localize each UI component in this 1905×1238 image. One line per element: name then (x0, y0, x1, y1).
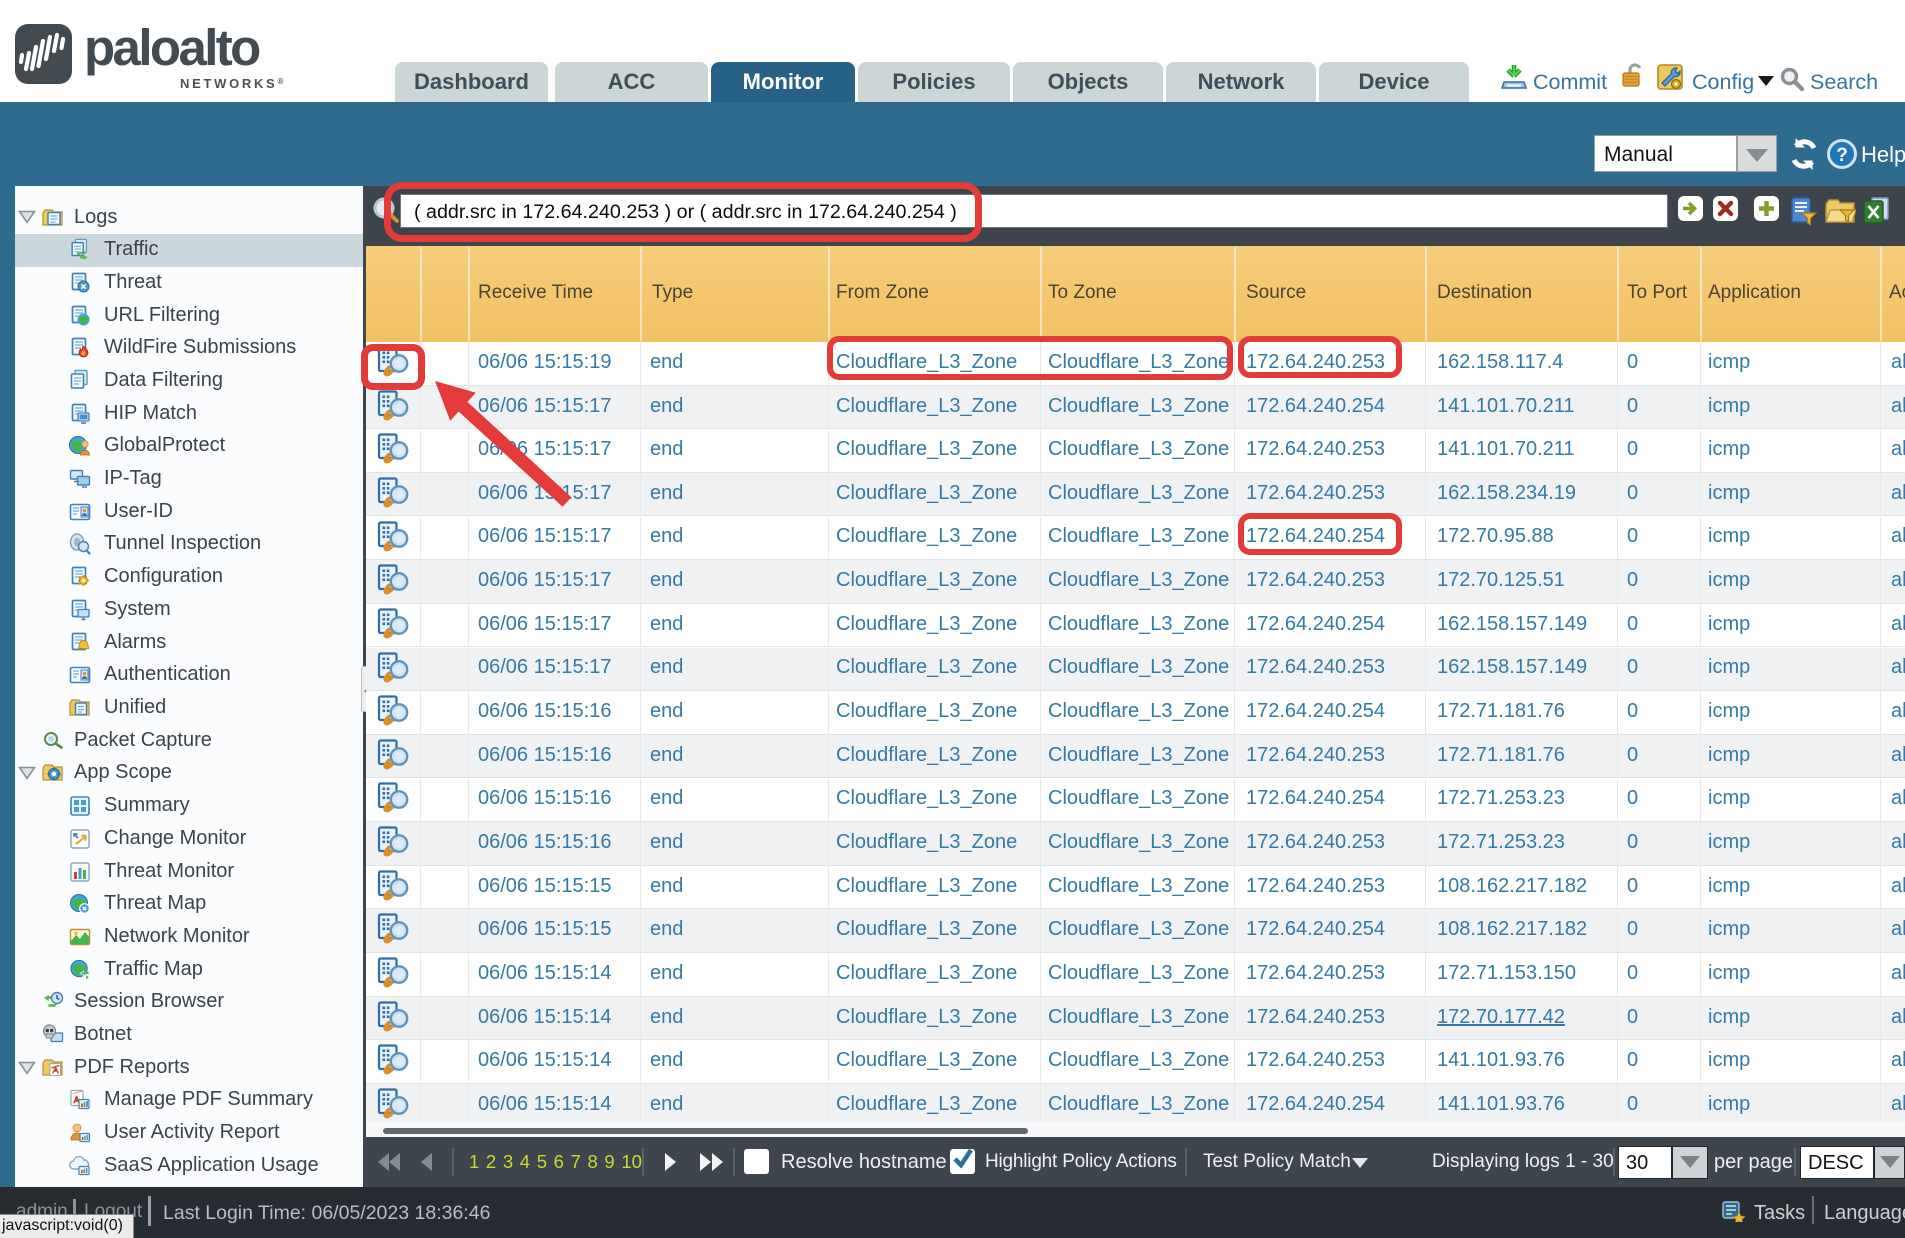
svg-text:?: ? (1836, 145, 1848, 166)
